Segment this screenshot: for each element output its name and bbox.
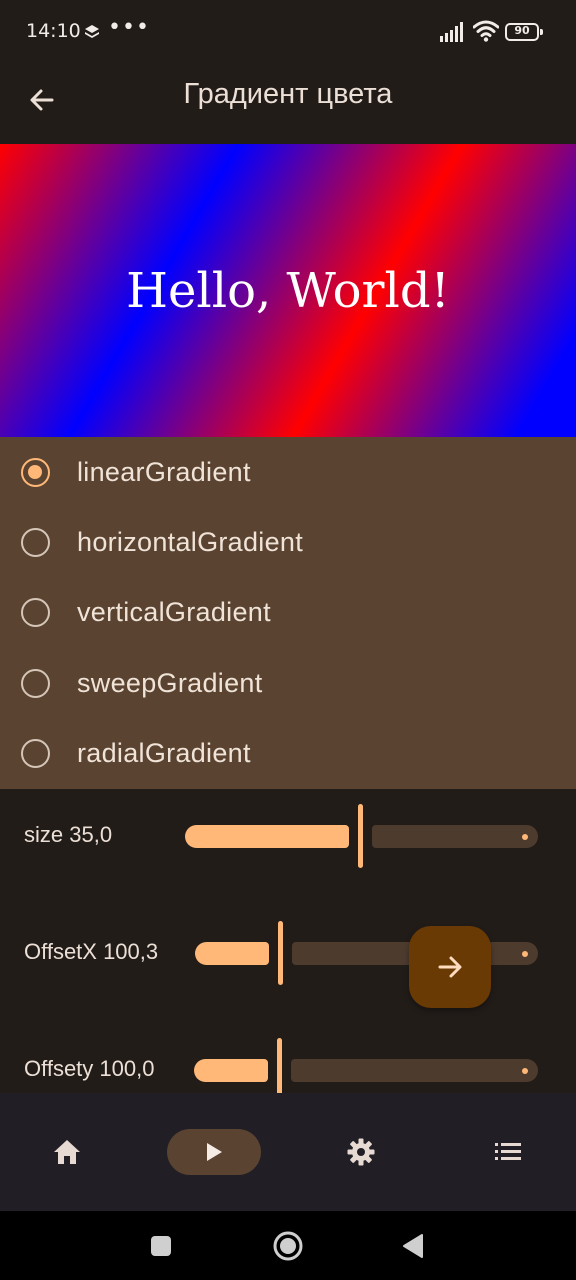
radio-button[interactable] [21,597,50,627]
radio-label: linearGradient [77,456,251,487]
radio-option-radial-gradient[interactable]: radialGradient [0,718,576,788]
slider-active-track[interactable] [194,1059,268,1082]
radio-button[interactable] [21,738,50,768]
slider-inactive-track[interactable] [291,1059,538,1082]
slider-stop-indicator [522,1068,528,1074]
slider-active-track[interactable] [195,942,269,965]
gear-icon [347,1138,375,1166]
size-slider-label: size 35,0 [24,822,113,847]
slider-stop-indicator [522,951,528,957]
layers-icon [85,25,99,38]
list-icon [495,1143,521,1160]
signal-icon [440,22,463,42]
battery-tip [540,29,543,35]
nav-item-settings[interactable] [314,1129,408,1175]
radio-option-horizontal-gradient[interactable]: horizontalGradient [0,507,576,577]
slider-stop-indicator [522,834,528,840]
nav-item-play[interactable] [167,1129,261,1175]
slider-inactive-track[interactable] [372,825,538,848]
radio-button-selected[interactable] [21,457,50,487]
next-fab-button[interactable] [409,926,491,1008]
gradient-preview: Hello, World! [0,144,576,437]
radio-button[interactable] [21,527,50,557]
size-slider-row: size 35,0 [0,804,576,868]
home-circle-icon [273,1231,303,1261]
nav-item-home[interactable] [20,1129,114,1175]
radio-label: horizontalGradient [77,526,304,557]
status-time: 14:10 [26,20,81,42]
preview-text: Hello, World! [126,262,450,319]
offset-x-slider-thumb[interactable] [278,921,283,985]
screen: 14:10 ••• 90 Градиент цвета Hello, World… [0,0,576,1280]
radio-option-vertical-gradient[interactable]: verticalGradient [0,577,576,647]
battery-icon: 90 [505,23,543,41]
size-slider-thumb[interactable] [358,804,363,868]
system-home-button[interactable] [271,1229,305,1263]
more-notifications-icon: ••• [108,15,150,40]
system-navigation-bar [0,1211,576,1280]
slider-active-track[interactable] [185,825,349,848]
radio-button[interactable] [21,668,50,698]
radio-dot [28,464,42,479]
top-app-bar: Градиент цвета [0,62,576,144]
radio-label: verticalGradient [77,596,271,627]
home-icon [54,1140,80,1164]
arrow-right-icon [438,956,462,978]
system-back-button[interactable] [396,1229,430,1263]
offset-x-slider-label: OffsetX 100,3 [24,939,159,964]
wifi-icon [473,20,499,42]
status-bar: 14:10 ••• 90 [0,0,576,62]
nav-item-list[interactable] [461,1129,555,1175]
recents-square-icon [151,1236,171,1256]
recents-button[interactable] [144,1229,178,1263]
play-icon [207,1143,222,1161]
radio-option-sweep-gradient[interactable]: sweepGradient [0,648,576,718]
offset-y-slider-label: Offsety 100,0 [24,1056,155,1081]
bottom-navigation-bar [0,1093,576,1211]
gradient-type-radio-group: linearGradient horizontalGradient vertic… [0,437,576,789]
radio-label: radialGradient [77,737,251,768]
radio-label: sweepGradient [77,667,263,698]
back-triangle-icon [403,1234,423,1258]
battery-level: 90 [514,24,530,37]
radio-option-linear-gradient[interactable]: linearGradient [0,437,576,507]
page-title: Градиент цвета [183,78,393,110]
